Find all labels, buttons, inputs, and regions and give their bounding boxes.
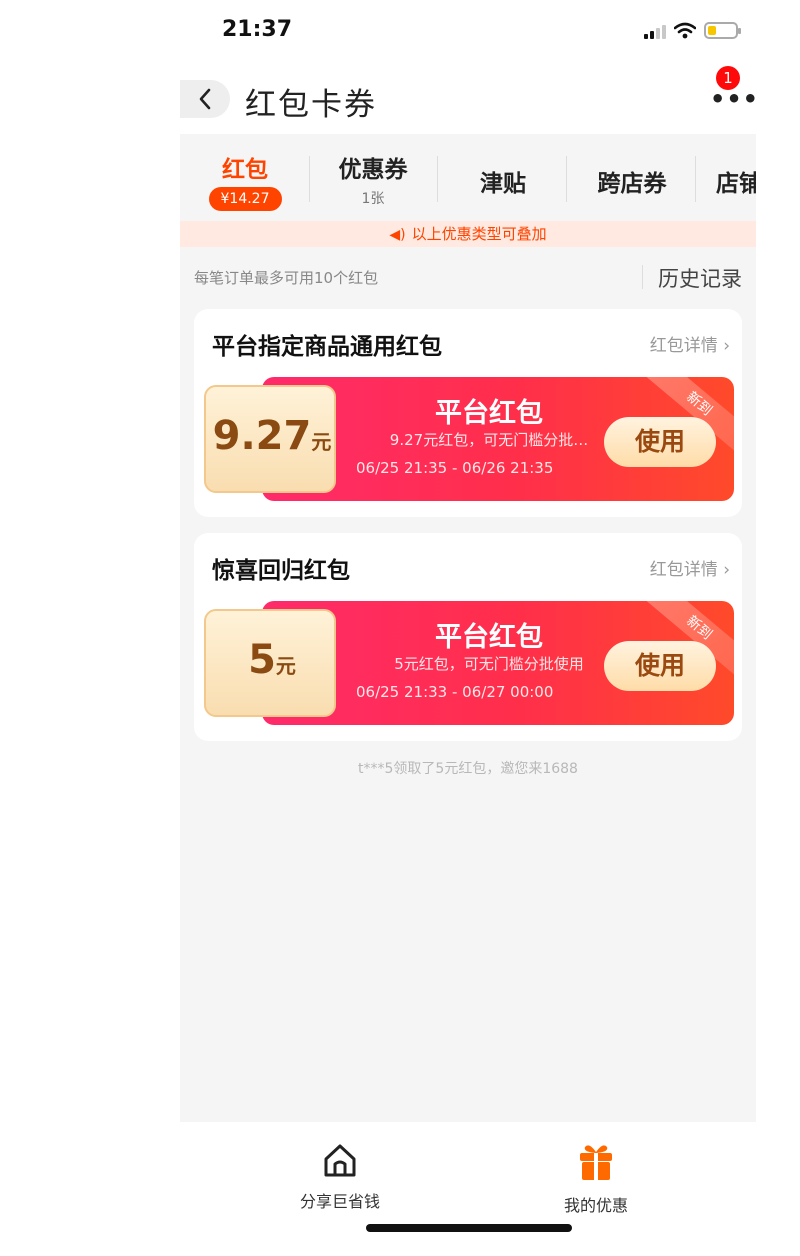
more-button[interactable]: 1 •••	[706, 66, 758, 116]
wifi-icon	[674, 22, 696, 39]
coupon-validity: 06/25 21:35 - 06/26 21:35	[356, 459, 554, 477]
chevron-right-icon: ›	[723, 560, 730, 580]
page-title: 红包卡券	[245, 87, 377, 123]
coupon-validity: 06/25 21:33 - 06/27 00:00	[356, 683, 554, 701]
status-time: 21:37	[222, 17, 293, 42]
battery-icon	[704, 22, 741, 39]
coupon-description: 9.27元红包，可无门槛分批…	[389, 431, 589, 449]
header: 红包卡券 1 •••	[180, 64, 758, 134]
red-packet-card: 平台指定商品通用红包 红包详情 › 新到 9.27元 平台红包 9.27元红包，…	[194, 309, 742, 517]
use-button[interactable]: 使用	[604, 641, 716, 691]
detail-link[interactable]: 红包详情 ›	[650, 555, 730, 580]
divider	[642, 265, 643, 289]
nav-label: 我的优惠	[563, 1196, 628, 1215]
tab-red-packet[interactable]: 红包 ¥14.27	[194, 134, 296, 221]
coupon: 新到 9.27元 平台红包 9.27元红包，可无门槛分批… 06/25 21:3…	[204, 377, 734, 501]
tab-label: 红包	[222, 157, 268, 183]
nav-label: 分享巨省钱	[299, 1192, 380, 1211]
tab-amount-badge: ¥14.27	[208, 187, 282, 211]
detail-label: 红包详情	[649, 336, 718, 356]
tab-divider	[309, 156, 310, 202]
chevron-left-icon	[199, 88, 211, 110]
detail-link[interactable]: 红包详情 ›	[650, 331, 730, 356]
usage-limit-text: 每笔订单最多可用10个红包	[194, 269, 379, 287]
coupon-amount: 5元	[206, 637, 338, 683]
tab-allowance[interactable]: 津贴	[448, 134, 558, 221]
tab-cross-store[interactable]: 跨店券	[577, 134, 687, 221]
status-icons	[644, 22, 741, 39]
card-title: 惊喜回归红包	[212, 558, 350, 584]
coupon-amount-box: 5元	[204, 609, 336, 717]
back-button[interactable]	[180, 80, 230, 118]
card-title: 平台指定商品通用红包	[212, 334, 442, 360]
bottom-nav: 分享巨省钱 我的优惠	[180, 1122, 756, 1256]
tab-count: 1张	[361, 191, 385, 207]
tab-label: 跨店券	[597, 171, 667, 197]
gift-icon	[580, 1145, 612, 1180]
red-packet-card: 惊喜回归红包 红包详情 › 新到 5元 平台红包 5元红包，可无门槛分批使用 0…	[194, 533, 742, 741]
home-indicator	[366, 1224, 572, 1232]
notice-text: 以上优惠类型可叠加	[411, 225, 547, 243]
tab-label: 优惠券	[338, 157, 408, 183]
nav-share[interactable]: 分享巨省钱	[260, 1142, 420, 1212]
content-area: 红包 ¥14.27 优惠券 1张 津贴 跨店券 店铺 ◀) 以上优惠类型可叠加	[180, 134, 756, 1122]
coupon-name: 平台红包	[435, 398, 543, 429]
tab-divider	[437, 156, 438, 202]
tab-coupons[interactable]: 优惠券 1张	[320, 134, 426, 221]
tab-label: 津贴	[480, 171, 526, 197]
info-row: 每笔订单最多可用10个红包 历史记录	[180, 247, 756, 307]
home-icon	[324, 1144, 356, 1177]
more-dots-icon: •••	[710, 85, 760, 113]
coupon: 新到 5元 平台红包 5元红包，可无门槛分批使用 06/25 21:33 - 0…	[204, 601, 734, 725]
coupon-amount-box: 9.27元	[204, 385, 336, 493]
amount-value: 5	[248, 637, 276, 683]
amount-unit: 元	[275, 654, 296, 678]
coupon-description: 5元红包，可无门槛分批使用	[394, 655, 584, 673]
amount-unit: 元	[311, 430, 332, 454]
history-link[interactable]: 历史记录	[658, 263, 742, 293]
speaker-icon: ◀)	[389, 227, 406, 243]
use-button[interactable]: 使用	[604, 417, 716, 467]
status-bar: 21:37	[180, 0, 756, 64]
coupon-amount: 9.27元	[206, 413, 338, 459]
tab-divider	[695, 156, 696, 202]
tab-label: 店铺	[716, 171, 756, 197]
nav-my-offers[interactable]: 我的优惠	[516, 1142, 676, 1216]
stack-notice: ◀) 以上优惠类型可叠加	[180, 221, 756, 247]
amount-value: 9.27	[212, 413, 312, 459]
tab-bar: 红包 ¥14.27 优惠券 1张 津贴 跨店券 店铺	[180, 134, 756, 221]
coupon-name: 平台红包	[435, 622, 543, 653]
chevron-right-icon: ›	[723, 336, 730, 356]
tab-divider	[566, 156, 567, 202]
detail-label: 红包详情	[649, 560, 718, 580]
invite-note: t***5领取了5元红包，邀您来1688	[358, 761, 578, 777]
signal-icon	[644, 23, 666, 39]
tab-store[interactable]: 店铺	[704, 134, 756, 221]
phone-screen: 21:37 红包卡券 1 ••• 红包 ¥14.27 优惠券 1张 津贴 跨店券…	[180, 0, 758, 1256]
